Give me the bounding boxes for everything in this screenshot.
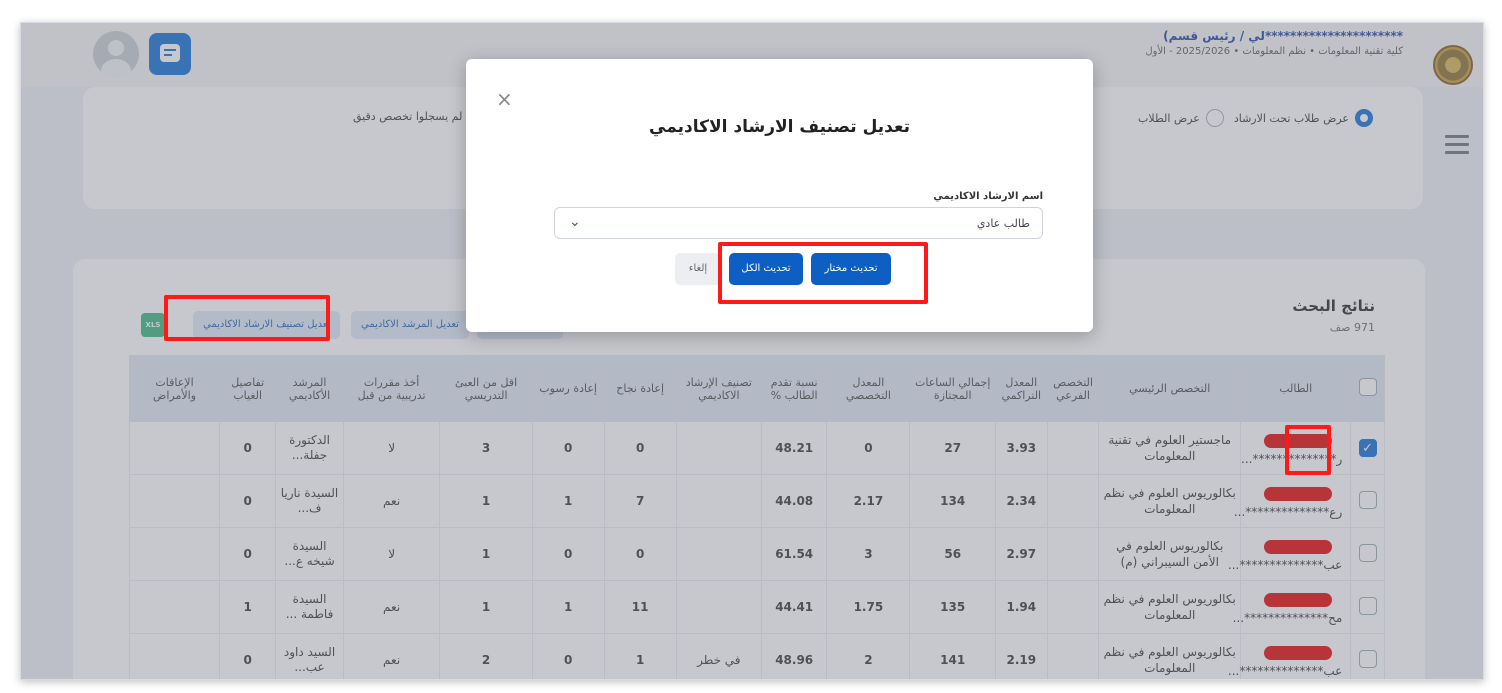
- select-value: طالب عادي: [976, 217, 1030, 230]
- highlight-box-edit-classification: [164, 295, 330, 341]
- cancel-button[interactable]: إلغاء: [675, 253, 721, 285]
- highlight-box-first-row-checkbox: [1285, 425, 1331, 475]
- app-window: **********************لي / رئيس قسم) كلي…: [20, 22, 1484, 680]
- dialog-title: تعديل تصنيف الارشاد الاكاديمي: [649, 117, 910, 137]
- classification-field-label: اسم الارشاد الاكاديمي: [933, 191, 1043, 202]
- highlight-box-update-buttons: [718, 242, 928, 304]
- classification-select[interactable]: طالب عادي ⌄: [554, 207, 1043, 239]
- edit-classification-dialog: × تعديل تصنيف الارشاد الاكاديمي اسم الار…: [466, 59, 1093, 332]
- chevron-down-icon: ⌄: [569, 214, 581, 230]
- close-icon[interactable]: ×: [496, 87, 513, 111]
